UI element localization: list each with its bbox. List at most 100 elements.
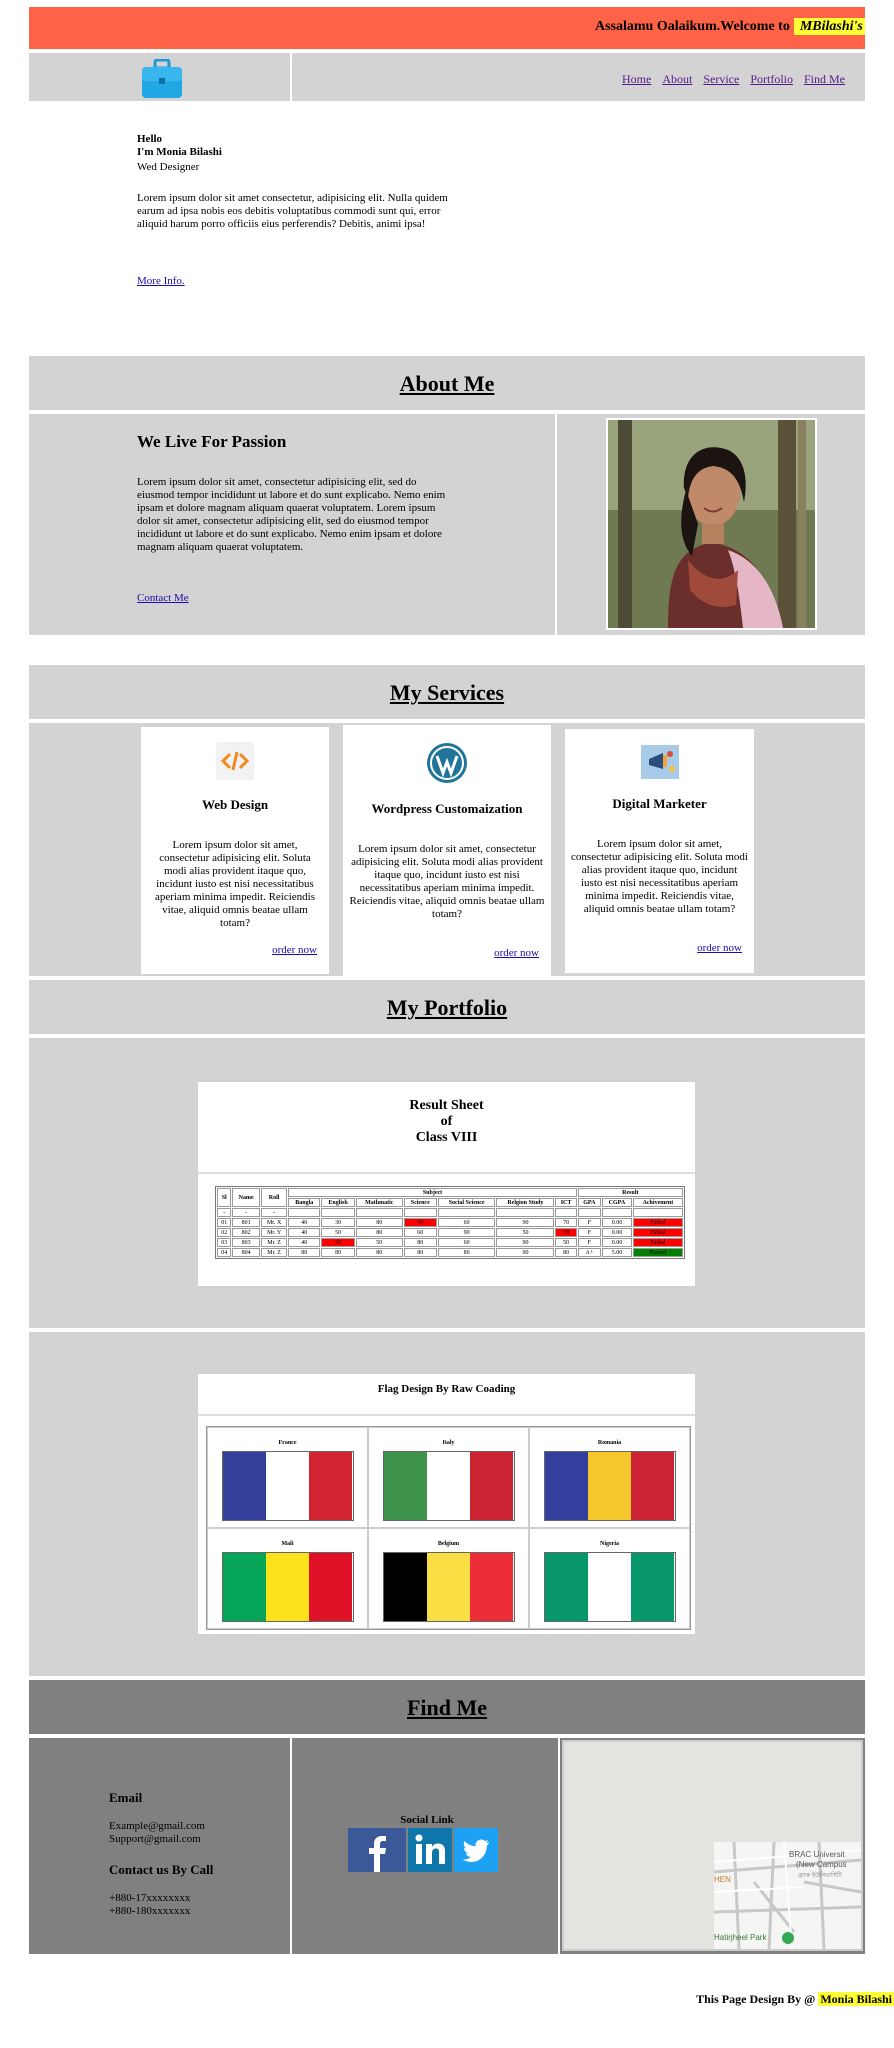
table-header: Relgion Study [496,1198,555,1207]
table-header: Bangla [288,1198,321,1207]
services-heading: My Services [389,680,505,705]
twitter-icon[interactable] [454,1828,498,1872]
facebook-icon[interactable] [348,1828,406,1872]
linkedin-icon[interactable] [408,1828,452,1872]
table-cell: Mr. Y [260,1228,288,1237]
table-cell: F [577,1238,602,1247]
map-label: (New Campus [796,1860,847,1869]
flag-romania [543,1451,676,1521]
table-cell: 02 [217,1228,232,1237]
table-cell: 60 [403,1228,437,1237]
flag-nigeria [543,1552,676,1622]
result-sheet-title: Result Sheet of Class VIII [198,1082,695,1174]
findme-heading: Find Me [406,1695,488,1720]
welcome-text: Assalamu Oalaikum.Welcome to [595,19,790,34]
portfolio-header: My Portfolio [29,980,865,1036]
services-body: Web Design Lorem ipsum dolor sit amet, c… [29,723,865,978]
service-body: Lorem ipsum dolor sit amet, consectetur … [154,839,316,929]
call-heading: Contact us By Call [109,1862,214,1877]
table-cell: 801 [232,1218,260,1227]
table-cell: Failed [632,1238,683,1247]
map-label: BRAC Universit [789,1850,845,1859]
flag-mali [221,1552,354,1622]
table-cell: Mr. Z [260,1238,288,1247]
hero-name: I'm Monia Bilashi [137,146,222,158]
hero-hello: Hello [137,133,163,145]
megaphone-icon [640,745,679,779]
nav-portfolio-link[interactable]: Portfolio [750,72,793,86]
location-map[interactable]: BRAC Universit (New Campus ব্র্যাক ইউনিভ… [562,1740,863,1951]
table-cell [403,1208,437,1217]
order-now-link[interactable]: order now [272,944,317,957]
nav-about-link[interactable]: About [662,72,692,86]
flag-stripe [222,1452,266,1520]
table-cell [321,1208,355,1217]
flag-cell: France [207,1427,368,1528]
flag-name: Romania [597,1440,622,1446]
table-header: Mathmatic [355,1198,403,1207]
briefcase-icon[interactable] [140,59,184,99]
social-cell: Social Link [294,1738,560,1954]
table-cell: F [577,1218,602,1227]
table-cell: 50 [496,1228,555,1237]
table-cell [355,1208,403,1217]
hero-body: Lorem ipsum dolor sit amet consectetur, … [137,192,448,230]
service-body: Lorem ipsum dolor sit amet, consectetur … [349,843,545,920]
nav-findme-link[interactable]: Find Me [804,72,845,86]
flag-stripe [222,1553,266,1621]
flag-cell: Nigeria [529,1528,690,1629]
table-header: Sl [217,1188,232,1207]
table-group-header: Result [577,1188,683,1197]
flag-stripe [470,1452,514,1520]
flag-stripe [265,1553,310,1621]
service-title: Wordpress Customaization [371,801,523,816]
flag-stripe [631,1452,675,1520]
table-cell: 0.00 [602,1218,632,1227]
about-header: About Me [29,356,865,412]
service-card-digital-marketer: Digital Marketer Lorem ipsum dolor sit a… [565,729,754,973]
table-cell: 60 [437,1238,496,1247]
about-paragraph: Lorem ipsum dolor sit amet, consectetur … [137,476,446,553]
result-table: Sl Name Roll Subject Result Bangla Engli… [215,1186,685,1259]
table-cell: 80 [355,1248,403,1257]
profile-photo [606,418,817,630]
flag-stripe [309,1553,353,1621]
table-cell: 01 [217,1218,232,1227]
result-sheet: Result Sheet of Class VIII Sl Name Roll … [198,1082,695,1286]
flag-stripe [470,1553,514,1621]
flag-name: Nigeria [600,1541,619,1547]
nav-home-link[interactable]: Home [622,72,651,86]
flag-design-card: Flag Design By Raw Coading France Italy Ro… [198,1374,695,1634]
table-cell: Mr. X [260,1218,288,1227]
flag-stripe [631,1553,675,1621]
result-title-line: Class VIII [415,1130,478,1145]
table-cell: 50 [321,1228,355,1237]
table-cell [632,1208,683,1217]
order-now-link[interactable]: order now [494,947,539,960]
flag-stripe [426,1452,471,1520]
service-card-wordpress: Wordpress Customaization Lorem ipsum dol… [343,725,551,977]
more-info-link[interactable]: More Info. [137,275,185,288]
table-row: - - - [217,1208,683,1217]
welcome-marquee: Assalamu Oalaikum.Welcome toMBilashi's W… [595,18,865,35]
table-row: 04 804 Mr. Z 80 80 80 80 80 90 80 A+ 5.0… [217,1248,683,1257]
table-cell: 90 [496,1248,555,1257]
about-heading: About Me [399,371,495,396]
contact-me-link[interactable]: Contact Me [137,592,189,604]
table-cell [555,1208,577,1217]
order-now-link[interactable]: order now [697,942,742,955]
nav-service-link[interactable]: Service [703,72,739,86]
table-cell: 80 [355,1228,403,1237]
table-cell: Passed [632,1248,683,1257]
table-cell: F [577,1228,602,1237]
table-cell: Failed [632,1218,683,1227]
table-cell: 80 [403,1238,437,1247]
hero-section: Hello I'm Monia Bilashi Wed Designer Lor… [29,103,865,355]
service-card-web-design: Web Design Lorem ipsum dolor sit amet, c… [141,727,329,974]
flag-stripe [426,1553,471,1621]
table-cell: 80 [321,1248,355,1257]
table-cell: 80 [288,1248,321,1257]
flag-stripe [383,1452,427,1520]
email-heading: Email [109,1790,143,1805]
flag-name: Italy [442,1440,455,1446]
